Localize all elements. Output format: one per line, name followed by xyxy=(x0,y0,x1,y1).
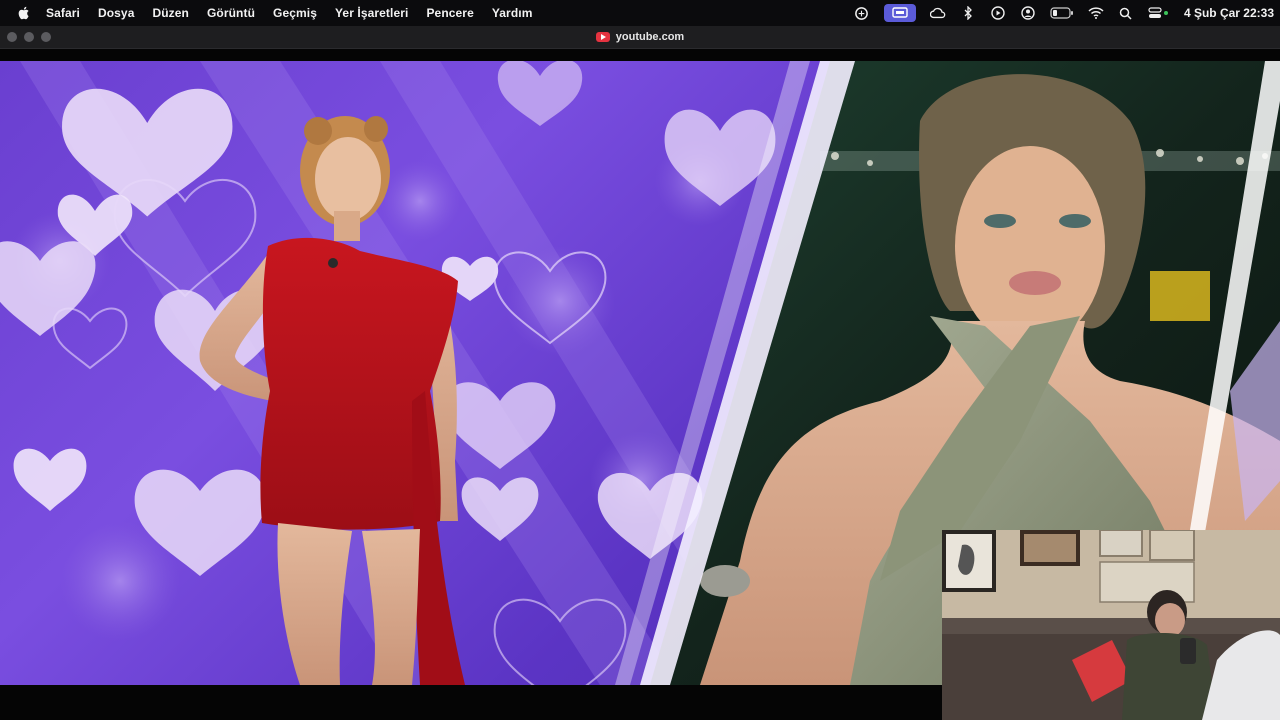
battery-icon[interactable] xyxy=(1050,5,1074,21)
menu-view[interactable]: Görüntü xyxy=(207,6,255,20)
menu-edit[interactable]: Düzen xyxy=(152,6,189,20)
status-area: 4 Şub Çar 22:33 xyxy=(854,0,1280,26)
address-bar-url: youtube.com xyxy=(615,31,685,43)
menu-bar: Safari Dosya Düzen Görüntü Geçmiş Yer İş… xyxy=(0,0,1280,26)
wifi-icon[interactable] xyxy=(1088,5,1104,21)
webcam-scene xyxy=(942,530,1280,720)
letterbox-top xyxy=(0,49,1280,61)
search-icon[interactable] xyxy=(1118,5,1134,21)
youtube-favicon-icon xyxy=(595,32,610,42)
webcam-overlay[interactable] xyxy=(942,530,1280,720)
play-icon[interactable] xyxy=(990,5,1006,21)
menubar-clock[interactable]: 4 Şub Çar 22:33 xyxy=(1184,6,1274,20)
safari-toolbar: youtube.com xyxy=(0,26,1280,49)
apple-logo-icon[interactable] xyxy=(16,5,32,21)
menu-window[interactable]: Pencere xyxy=(426,6,473,20)
control-center-icon[interactable] xyxy=(1148,5,1170,21)
menu-app-name[interactable]: Safari xyxy=(46,6,80,20)
menu-bookmarks[interactable]: Yer İşaretleri xyxy=(335,6,408,20)
bluetooth-icon[interactable] xyxy=(960,5,976,21)
user-icon[interactable] xyxy=(1020,5,1036,21)
menu-history[interactable]: Geçmiş xyxy=(273,6,317,20)
screen-mirroring-icon[interactable] xyxy=(883,4,916,22)
chatgpt-icon[interactable] xyxy=(854,5,870,21)
menu-file[interactable]: Dosya xyxy=(98,6,135,20)
menu-help[interactable]: Yardım xyxy=(492,6,533,20)
address-bar[interactable]: youtube.com xyxy=(0,26,1280,48)
creative-cloud-icon[interactable] xyxy=(929,5,946,21)
